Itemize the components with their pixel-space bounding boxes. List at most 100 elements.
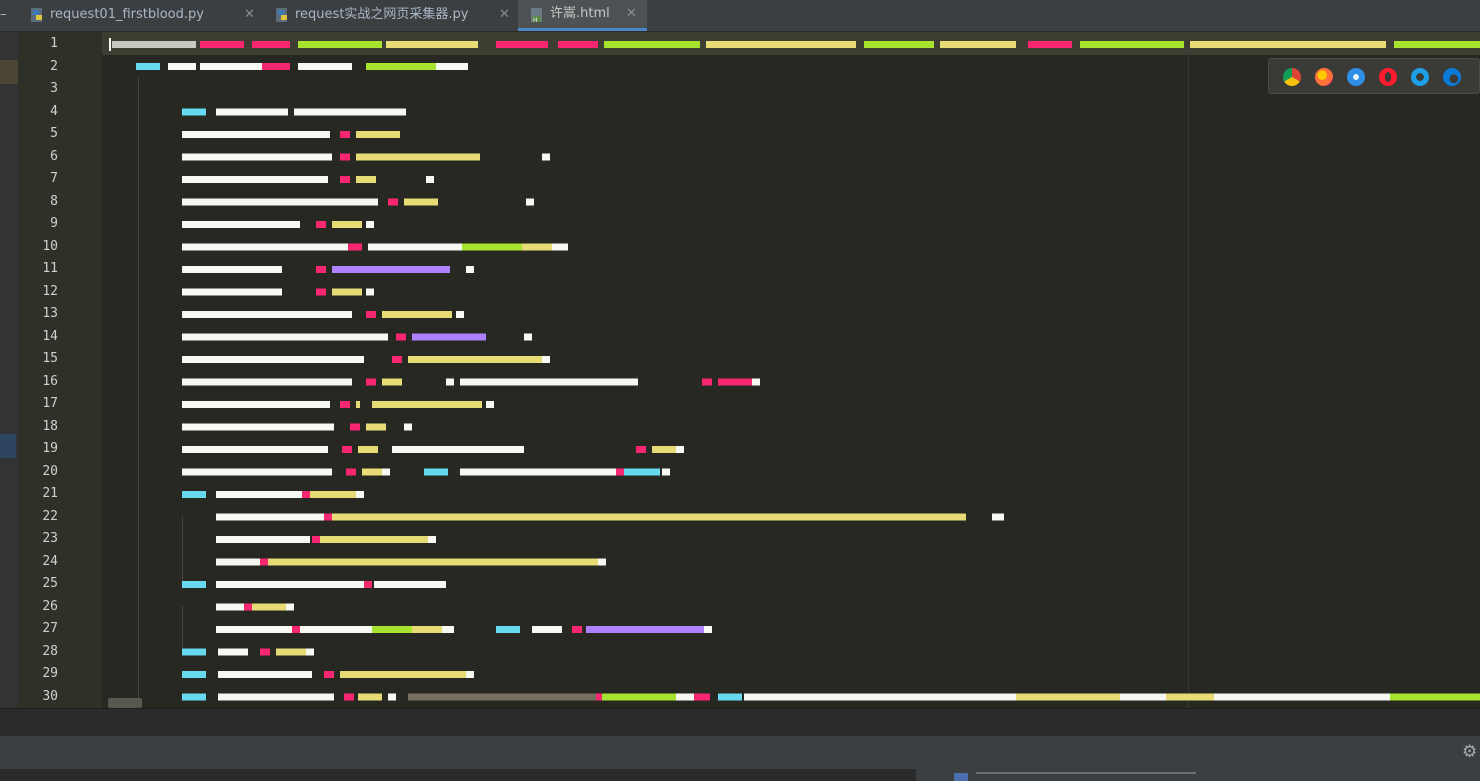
chrome-icon[interactable] [1283, 68, 1301, 86]
firefox-icon[interactable] [1315, 68, 1333, 86]
code-token [356, 131, 360, 138]
code-token [216, 491, 302, 498]
code-token [744, 693, 1018, 701]
code-token [182, 266, 282, 273]
gear-icon[interactable]: ⚙ [1462, 742, 1480, 762]
code-token [302, 491, 310, 498]
code-token [702, 378, 712, 386]
python-file-icon [276, 8, 287, 22]
line-number: 11 [42, 261, 58, 276]
horizontal-scrollbar-thumb[interactable] [108, 698, 142, 708]
close-icon[interactable]: ✕ [499, 0, 510, 30]
code-token [456, 311, 464, 318]
code-token [372, 626, 412, 633]
code-token [388, 693, 396, 701]
code-token [340, 153, 350, 161]
code-token [366, 311, 376, 318]
code-token [552, 243, 568, 251]
line-number: 13 [42, 306, 58, 321]
opera-icon[interactable] [1379, 68, 1397, 86]
code-token [676, 446, 684, 453]
line-number: 6 [50, 148, 58, 164]
code-token [1166, 693, 1214, 701]
code-token [182, 648, 206, 656]
code-token [316, 221, 326, 228]
code-token [216, 536, 310, 543]
line-number: 3 [50, 81, 58, 96]
code-token [662, 468, 670, 476]
internet-explorer-icon[interactable] [1411, 68, 1429, 86]
code-token [216, 558, 260, 566]
code-token [312, 536, 320, 543]
code-token [182, 288, 282, 296]
tab-request01-firstblood[interactable]: request01_firstblood.py ✕ [18, 0, 262, 30]
line-number: 17 [42, 396, 58, 411]
tab-xusong-html[interactable]: H 许嵩.html ✕ [518, 0, 647, 31]
code-token [182, 131, 330, 138]
code-token [218, 693, 334, 701]
code-token [310, 491, 356, 498]
code-token [596, 693, 602, 701]
code-token [218, 671, 312, 678]
html-file-icon: H [531, 8, 542, 23]
safari-icon[interactable] [1347, 68, 1365, 86]
code-token [182, 693, 206, 701]
code-token [182, 153, 332, 161]
code-token [1136, 693, 1166, 701]
code-token [392, 446, 516, 453]
breadcrumb-bar [0, 708, 1480, 737]
code-token [182, 468, 332, 476]
code-token [718, 378, 752, 386]
code-token [340, 513, 966, 521]
code-token [404, 198, 408, 206]
code-token [364, 581, 372, 588]
code-token [294, 108, 406, 116]
line-number: 27 [42, 621, 58, 636]
edge-icon[interactable] [1443, 68, 1461, 86]
code-token [356, 153, 360, 161]
code-token [446, 378, 454, 386]
code-token [586, 626, 704, 633]
code-token [532, 626, 562, 633]
code-token [182, 491, 206, 498]
code-token [358, 446, 378, 453]
line-number: 22 [42, 508, 58, 524]
line-number: 9 [50, 216, 58, 231]
code-token [324, 671, 334, 678]
code-editor[interactable] [102, 32, 1480, 708]
tab-bar-overflow-icon[interactable]: – [0, 0, 18, 31]
code-token [260, 558, 268, 566]
line-number: 25 [42, 576, 58, 591]
code-token [460, 468, 616, 476]
code-token [358, 176, 376, 183]
close-icon[interactable]: ✕ [626, 0, 637, 28]
code-token [524, 333, 532, 341]
line-number: 1 [50, 36, 58, 51]
code-token [522, 243, 552, 251]
code-token [340, 131, 350, 138]
code-token [182, 423, 334, 431]
code-token [316, 266, 326, 273]
close-icon[interactable]: ✕ [244, 0, 255, 30]
line-number: 21 [42, 486, 58, 501]
code-token [182, 581, 206, 588]
tab-request-web-collector[interactable]: request实战之网页采集器.py ✕ [263, 0, 517, 30]
code-token [332, 288, 362, 296]
code-token [268, 558, 598, 566]
code-token [182, 221, 300, 228]
line-number: 7 [50, 171, 58, 186]
code-token [348, 243, 362, 251]
code-token [374, 581, 446, 588]
code-token [356, 401, 360, 408]
line-number: 18 [42, 418, 58, 434]
code-token [260, 648, 270, 656]
code-token [358, 693, 382, 701]
code-token [366, 288, 374, 296]
line-number: 24 [42, 553, 58, 569]
code-token [392, 356, 402, 363]
code-token [992, 513, 1004, 521]
code-token [616, 468, 624, 476]
status-text [976, 772, 1196, 774]
code-token [382, 311, 452, 318]
code-token [346, 468, 356, 476]
